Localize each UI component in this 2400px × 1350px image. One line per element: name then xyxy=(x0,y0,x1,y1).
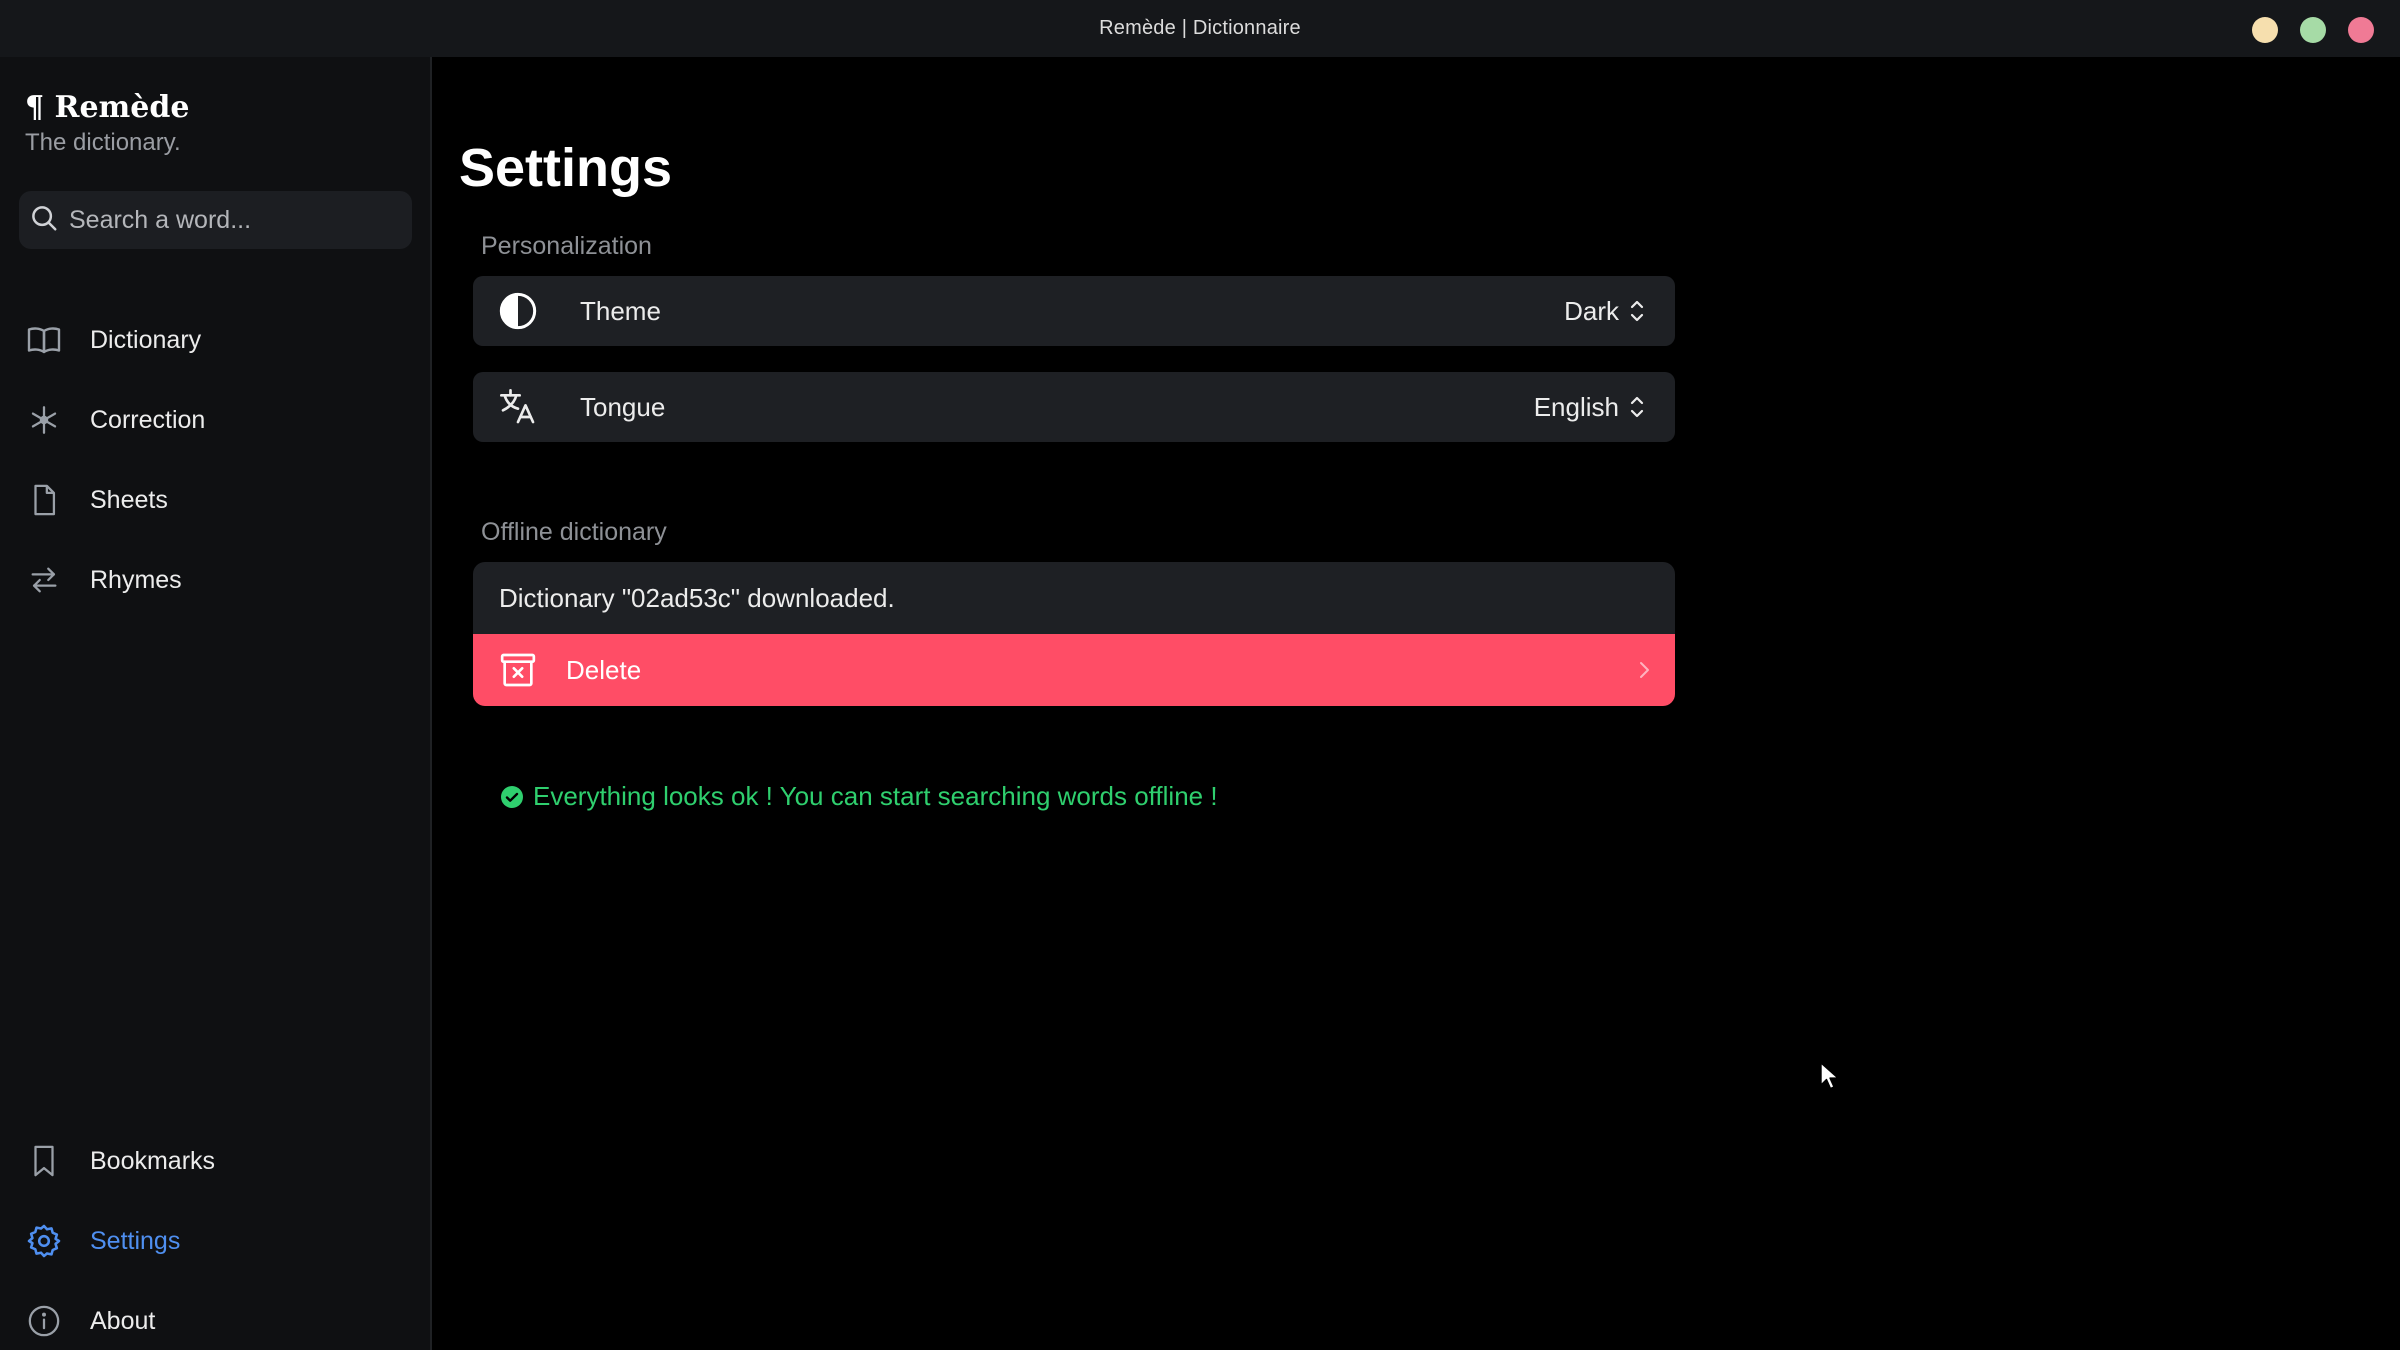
sidebar-item-label: Sheets xyxy=(90,485,168,514)
file-icon xyxy=(26,482,62,518)
sidebar-item-sheets[interactable]: Sheets xyxy=(0,468,432,532)
offline-ok-message: Everything looks ok ! You can start sear… xyxy=(500,781,1218,812)
title-bar[interactable]: Remède | Dictionnaire xyxy=(0,0,2400,57)
contrast-icon xyxy=(497,290,539,332)
theme-label: Theme xyxy=(580,295,661,326)
theme-setting[interactable]: Theme Dark xyxy=(473,276,1675,346)
theme-select[interactable]: Dark xyxy=(1564,296,1647,327)
tongue-select[interactable]: English xyxy=(1534,392,1647,423)
sidebar-item-bookmarks[interactable]: Bookmarks xyxy=(0,1129,432,1193)
main-content: Settings Personalization Theme Dark Tong… xyxy=(434,57,2400,1350)
gear-icon xyxy=(26,1223,62,1259)
app-name: ¶ Remède xyxy=(25,90,190,125)
sidebar-item-label: Dictionary xyxy=(90,325,202,354)
delete-button[interactable]: Delete xyxy=(473,634,1675,706)
tongue-setting[interactable]: Tongue English xyxy=(473,372,1675,442)
asterisk-icon xyxy=(26,402,62,438)
sidebar-item-dictionary[interactable]: Dictionary xyxy=(0,308,432,372)
chevron-up-down-icon xyxy=(1627,298,1647,324)
sidebar-item-correction[interactable]: Correction xyxy=(0,388,432,452)
app-window: Remède | Dictionnaire ¶ Remède The dicti… xyxy=(0,0,2400,1350)
arrows-swap-icon xyxy=(26,562,62,598)
check-circle-icon xyxy=(500,785,524,809)
sidebar-item-label: About xyxy=(90,1306,156,1335)
tongue-label: Tongue xyxy=(580,391,666,422)
translate-icon xyxy=(497,386,539,428)
sidebar-item-rhymes[interactable]: Rhymes xyxy=(0,548,432,612)
tongue-value: English xyxy=(1533,391,1619,422)
search-input[interactable] xyxy=(69,205,389,235)
page-title: Settings xyxy=(459,138,673,198)
bookmark-icon xyxy=(26,1143,62,1179)
offline-status: Dictionary "02ad53c" downloaded. xyxy=(473,562,1675,634)
search-box[interactable] xyxy=(19,191,412,249)
mouse-cursor-icon xyxy=(1820,1062,1839,1090)
trash-x-icon xyxy=(497,649,539,691)
sidebar-item-label: Bookmarks xyxy=(90,1146,216,1175)
brand: ¶ Remède The dictionary. xyxy=(25,90,189,157)
app-tagline: The dictionary. xyxy=(25,129,181,156)
info-icon xyxy=(26,1303,62,1339)
chevron-right-icon xyxy=(1635,658,1653,682)
delete-label: Delete xyxy=(566,654,642,685)
window-title: Remède | Dictionnaire xyxy=(1099,17,1301,39)
sidebar-item-label: Correction xyxy=(90,405,206,434)
book-open-icon xyxy=(26,322,62,358)
close-button[interactable] xyxy=(2348,17,2374,43)
offline-dictionary-card: Dictionary "02ad53c" downloaded. Delete xyxy=(473,562,1675,706)
sidebar: ¶ Remède The dictionary. Dictionary Corr… xyxy=(0,57,432,1350)
minimize-button[interactable] xyxy=(2252,17,2278,43)
section-label-offline: Offline dictionary xyxy=(481,518,667,546)
chevron-up-down-icon xyxy=(1627,394,1647,420)
section-label-personalization: Personalization xyxy=(481,232,652,260)
theme-value: Dark xyxy=(1564,295,1619,326)
search-icon xyxy=(29,203,59,238)
maximize-button[interactable] xyxy=(2300,17,2326,43)
ok-message-text: Everything looks ok ! You can start sear… xyxy=(533,781,1218,811)
sidebar-item-settings[interactable]: Settings xyxy=(0,1209,432,1273)
sidebar-item-label: Rhymes xyxy=(90,565,182,594)
sidebar-item-about[interactable]: About xyxy=(0,1289,432,1350)
sidebar-item-label: Settings xyxy=(90,1226,181,1255)
